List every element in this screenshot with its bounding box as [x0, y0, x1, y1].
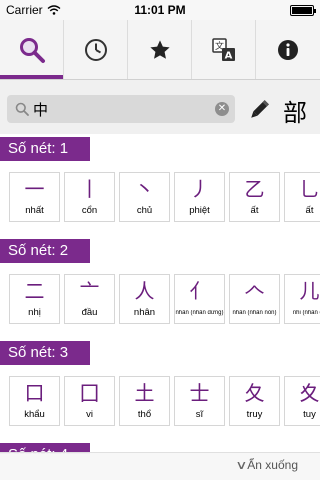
radical-glyph: 亠 [79, 279, 100, 303]
radical-reading: cổn [81, 205, 98, 216]
radical-reading: thổ [137, 409, 152, 420]
tab-history[interactable] [64, 20, 128, 79]
radical-cell[interactable]: 土 thổ [119, 376, 170, 426]
bottom-bar: ∨ Ẩn xuống [0, 452, 320, 480]
section-header: Số nét: 2 [0, 239, 90, 263]
radical-reading: tuy [303, 409, 316, 420]
radical-reading: ất [305, 205, 314, 216]
radical-reading: chủ [136, 205, 153, 216]
info-icon [278, 39, 298, 60]
radical-glyph: 一 [24, 177, 45, 201]
radical-glyph: 人 [134, 279, 155, 303]
radical-cell[interactable]: 儿 nhi (nhân đi) [284, 274, 320, 324]
hide-keyboard-label: Ẩn xuống [247, 458, 298, 472]
radical-reading: nhân (nhân nón) [232, 310, 277, 316]
radical-glyph: 夊 [299, 381, 320, 405]
clock-icon [84, 38, 107, 61]
radical-cell[interactable]: 口 khẩu [9, 376, 60, 426]
radical-row: 口 khẩu 囗 vi 土 thổ 士 sĩ 夂 truy 夊 tuy [0, 376, 320, 440]
radical-glyph: 夂 [244, 381, 265, 405]
radical-reading: nhị [28, 307, 41, 318]
radical-cell[interactable]: 亻 nhân (nhân đứng) [174, 274, 225, 324]
radical-glyph: 口 [24, 381, 45, 405]
search-input[interactable] [33, 99, 209, 119]
section-header: Số nét: 3 [0, 341, 90, 365]
battery-icon [290, 5, 316, 16]
radical-button[interactable]: 部 [283, 93, 307, 128]
radical-cell[interactable]: 乙 ất [229, 172, 280, 222]
hide-keyboard-button[interactable]: ∨ Ẩn xuống [235, 458, 298, 472]
radical-cell[interactable]: 二 nhị [9, 274, 60, 324]
status-bar: Carrier 11:01 PM [0, 0, 320, 20]
radical-cell[interactable]: 夂 truy [229, 376, 280, 426]
radical-reading: truy [246, 409, 263, 420]
radical-cell[interactable]: 囗 vi [64, 376, 115, 426]
chevron-down-icon: ∨ [235, 458, 249, 472]
search-field-icon [15, 102, 29, 116]
search-row: ✕ 部 [0, 80, 320, 134]
svg-text:A: A [224, 50, 232, 61]
search-icon [19, 37, 45, 63]
radical-glyph: 乚 [299, 177, 320, 201]
pencil-icon[interactable] [247, 98, 271, 122]
radical-cell[interactable]: 𠆢 nhân (nhân nón) [229, 274, 280, 324]
tab-translate[interactable]: 文 A [192, 20, 256, 79]
radical-glyph: 丶 [134, 177, 155, 201]
radical-glyph: 土 [134, 381, 155, 405]
status-time: 11:01 PM [134, 3, 186, 17]
tab-search[interactable] [0, 20, 64, 79]
radical-glyph: 丨 [79, 177, 100, 201]
radical-cell[interactable]: 乚 ất [284, 172, 320, 222]
radical-reading: nhân [133, 307, 156, 318]
radical-cell[interactable]: 士 sĩ [174, 376, 225, 426]
radical-reading: ất [250, 205, 259, 216]
tab-bar: 文 A [0, 20, 320, 80]
radical-reading: sĩ [195, 409, 204, 420]
radical-reading: vi [86, 409, 93, 420]
radical-glyph: 亻 [189, 279, 210, 303]
stroke-section: Số nét: 2 二 nhị 亠 đầu 人 nhân 亻 nhân (nhân đứng) 𠆢… [0, 236, 320, 338]
star-icon [149, 39, 170, 59]
radical-reading: nhi (nhân đi) [292, 310, 320, 316]
stroke-section: Số nét: 1 一 nhất 丨 cổn 丶 chủ 丿 phiệt 乙 ất 乚 ất [0, 134, 320, 236]
radical-cell[interactable]: 夊 tuy [284, 376, 320, 426]
radical-row: 二 nhị 亠 đầu 人 nhân 亻 nhân (nhân đứng) 𠆢 nhân (nhâ… [0, 274, 320, 338]
radical-row: 一 nhất 丨 cổn 丶 chủ 丿 phiệt 乙 ất 乚 ất [0, 172, 320, 236]
radical-reading: nhân (nhân đứng) [175, 310, 224, 316]
tab-info[interactable] [256, 20, 320, 79]
radical-glyph: 儿 [299, 279, 320, 303]
tab-favorites[interactable] [128, 20, 192, 79]
radical-glyph: 丿 [189, 177, 210, 201]
section-header: Số nét: 1 [0, 137, 90, 161]
radical-cell[interactable]: 丨 cổn [64, 172, 115, 222]
stroke-section: Số nét: 3 口 khẩu 囗 vi 土 thổ 士 sĩ 夂 truy 夊 tuy [0, 338, 320, 440]
clear-icon[interactable]: ✕ [215, 102, 229, 116]
radical-reading: đầu [81, 307, 98, 318]
search-box[interactable]: ✕ [7, 95, 235, 123]
radical-cell[interactable]: 一 nhất [9, 172, 60, 222]
radical-glyph: 乙 [244, 177, 265, 201]
radical-glyph: 二 [24, 279, 45, 303]
radical-cell[interactable]: 丿 phiệt [174, 172, 225, 222]
radical-glyph: 𠆢 [244, 279, 265, 303]
radical-glyph: 囗 [79, 381, 100, 405]
radical-cell[interactable]: 亠 đầu [64, 274, 115, 324]
radical-cell[interactable]: 丶 chủ [119, 172, 170, 222]
radical-reading: phiệt [189, 205, 210, 216]
translate-icon: 文 A [211, 37, 235, 61]
radical-reading: khẩu [24, 409, 45, 420]
radical-list: Số nét: 1 一 nhất 丨 cổn 丶 chủ 丿 phiệt 乙 ất 乚 ất Số nét… [0, 134, 320, 454]
app-window: Carrier 11:01 PM 文 A 中 ✕ 部 Số nét: 1 一 n… [0, 0, 320, 480]
radical-cell[interactable]: 人 nhân [119, 274, 170, 324]
radical-glyph: 士 [189, 381, 210, 405]
radical-reading: nhất [25, 205, 44, 216]
